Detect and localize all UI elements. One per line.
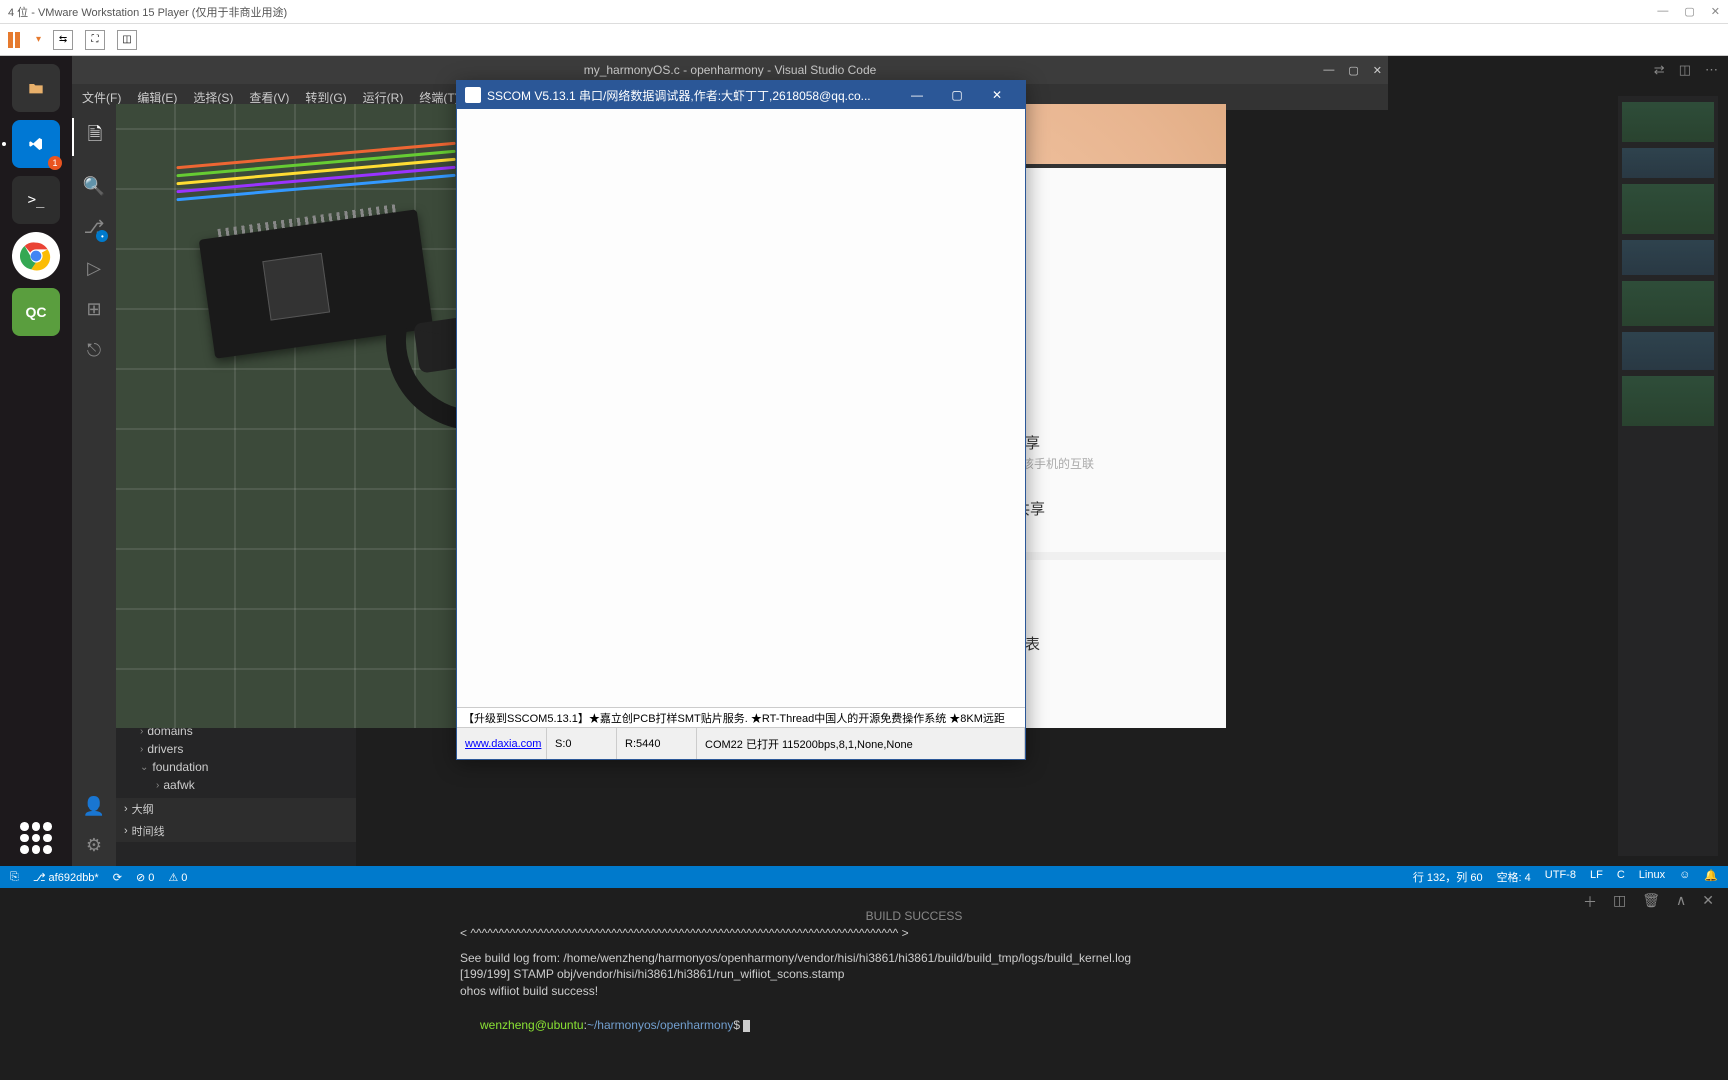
tree-item-foundation[interactable]: ⌄foundation [116,758,356,776]
compare-icon[interactable]: ⇄ [1654,62,1665,78]
fullscreen-button[interactable]: ⛶ [85,30,105,50]
sscom-url[interactable]: www.daxia.com [457,728,547,759]
warnings-count[interactable]: ⚠ 0 [168,871,187,884]
close-button[interactable]: ✕ [1711,5,1720,18]
menu-select[interactable]: 选择(S) [193,89,233,106]
sscom-app-icon [465,87,481,103]
minimize-button[interactable]: — [1657,5,1668,18]
build-success: BUILD SUCCESS [460,908,1368,925]
debug-icon[interactable]: ▷ [87,258,101,279]
pause-icon[interactable] [8,32,24,48]
timeline-section[interactable]: ›时间线 [116,820,356,842]
more-actions-icon[interactable]: ⋯ [1705,62,1718,78]
menu-run[interactable]: 运行(R) [363,89,404,106]
term-line-log: See build log from: /home/wenzheng/harmo… [460,950,1368,967]
menu-terminal[interactable]: 终端(T) [419,89,458,106]
sscom-titlebar[interactable]: SSCOM V5.13.1 串口/网络数据调试器,作者:大虾丁丁,2618058… [457,81,1025,109]
sscom-banner: 【升级到SSCOM5.13.1】★嘉立创PCB打样SMT贴片服务. ★RT-Th… [457,707,1025,727]
menu-edit[interactable]: 编辑(E) [137,89,177,106]
search-icon[interactable]: 🔍 [83,176,105,197]
indent-status[interactable]: 空格: 4 [1497,869,1531,885]
remote-indicator[interactable]: ⎘ [10,871,19,884]
sscom-title-text: SSCOM V5.13.1 串口/网络数据调试器,作者:大虾丁丁,2618058… [487,87,871,104]
cursor-position[interactable]: 行 132，列 60 [1413,869,1483,885]
minimap[interactable] [1618,96,1718,856]
terminal-split-icon[interactable]: ◫ [1613,892,1626,912]
vscode-maximize-icon[interactable]: ▢ [1348,64,1358,77]
sscom-sent: S:0 [547,728,617,759]
files-app-icon[interactable] [12,64,60,112]
source-control-icon[interactable]: ⎇• [84,217,105,238]
maximize-button[interactable]: ▢ [1684,5,1694,18]
sscom-recv: R:5440 [617,728,697,759]
vmware-toolbar: ▾ ⇆ ⛶ ◫ [0,24,1728,56]
sscom-close-button[interactable]: ✕ [977,88,1017,102]
vmware-titlebar: 4 位 - VMware Workstation 15 Player (仅用于非… [0,0,1728,24]
cursor-icon [743,1020,750,1032]
term-line-stamp: [199/199] STAMP obj/vendor/hisi/hi3861/h… [460,966,1368,983]
vmware-title: 4 位 - VMware Workstation 15 Player (仅用于非… [8,4,287,20]
account-icon[interactable]: 👤 [83,796,105,817]
terminal-new-icon[interactable]: ＋ [1583,892,1597,912]
errors-count[interactable]: ⊘ 0 [136,871,154,884]
term-prompt[interactable]: wenzheng@ubuntu:~/harmonyos/openharmony$ [460,1000,1368,1050]
split-editor-icon[interactable]: ◫ [1679,62,1691,78]
feedback-icon[interactable]: ☺ [1679,869,1690,885]
apps-grid-icon [20,822,52,854]
vscode-title-text: my_harmonyOS.c - openharmony - Visual St… [584,63,877,77]
vscode-minimize-icon[interactable]: — [1323,64,1334,77]
vmware-window-controls: — ▢ ✕ [1657,5,1720,18]
editor-tab-actions: ⇄ ◫ ⋯ [1654,62,1718,78]
tree-item-aafwk[interactable]: ›aafwk [116,776,356,794]
vscode-close-icon[interactable]: ✕ [1373,64,1382,77]
explorer-icon[interactable]: 🗎 [72,118,116,156]
vscode-app-icon[interactable]: 1 [12,120,60,168]
sscom-body [457,109,1025,727]
terminal-up-icon[interactable]: ∧ [1676,892,1686,912]
editor-right-pane: ⇄ ◫ ⋯ [1388,56,1728,866]
show-apps-button[interactable] [20,822,52,854]
terminal-close-icon[interactable]: ✕ [1702,892,1714,912]
sscom-statusbar: www.daxia.com S:0 R:5440 COM22 已打开 11520… [457,727,1025,759]
sscom-minimize-button[interactable]: — [897,88,937,102]
menu-file[interactable]: 文件(F) [82,89,121,106]
pause-dropdown-icon[interactable]: ▾ [36,34,41,45]
outline-section[interactable]: ›大纲 [116,798,356,820]
eol-status[interactable]: LF [1590,869,1603,885]
activity-bar: 🗎 🔍 ⎇• ▷ ⊞ ⎋ 👤 ⚙ [72,110,116,866]
bottom-area: ＋ ◫ 🗑 ∧ ✕ BUILD SUCCESS < ^^^^^^^^^^^^^^… [0,888,1728,1080]
os-status[interactable]: Linux [1639,869,1665,885]
menu-view[interactable]: 查看(V) [249,89,289,106]
terminal-trash-icon[interactable]: 🗑 [1642,892,1660,912]
remote-icon[interactable]: ⎋ [87,340,101,361]
menu-goto[interactable]: 转到(G) [305,89,346,106]
term-line-success: ohos wifiiot build success! [460,983,1368,1000]
extensions-icon[interactable]: ⊞ [86,299,101,320]
term-overflow: < ^^^^^^^^^^^^^^^^^^^^^^^^^^^^^^^^^^^^^^… [460,925,1368,942]
notification-badge: 1 [48,156,62,170]
qc-label: QC [26,304,47,320]
git-branch[interactable]: ⎇ af692dbb* [33,871,99,884]
vscode-statusbar: ⎘ ⎇ af692dbb* ⟳ ⊘ 0 ⚠ 0 行 132，列 60 空格: 4… [0,866,1728,888]
terminal-app-icon[interactable]: >_ [12,176,60,224]
language-mode[interactable]: C [1617,869,1625,885]
tree-item-drivers[interactable]: ›drivers [116,740,356,758]
sscom-window[interactable]: SSCOM V5.13.1 串口/网络数据调试器,作者:大虾丁丁,2618058… [456,80,1026,760]
ubuntu-launcher: 1 >_ QC [0,56,72,866]
chrome-app-icon[interactable] [12,232,60,280]
send-ctrl-alt-del-button[interactable]: ⇆ [53,30,73,50]
qc-app-icon[interactable]: QC [12,288,60,336]
sscom-maximize-button[interactable]: ▢ [937,88,977,102]
unity-button[interactable]: ◫ [117,30,137,50]
sync-button[interactable]: ⟳ [113,871,122,884]
sscom-com-status: COM22 已打开 115200bps,8,1,None,None [697,728,1025,759]
settings-icon[interactable]: ⚙ [86,835,102,856]
encoding-status[interactable]: UTF-8 [1545,869,1576,885]
notifications-icon[interactable]: 🔔 [1704,869,1718,885]
